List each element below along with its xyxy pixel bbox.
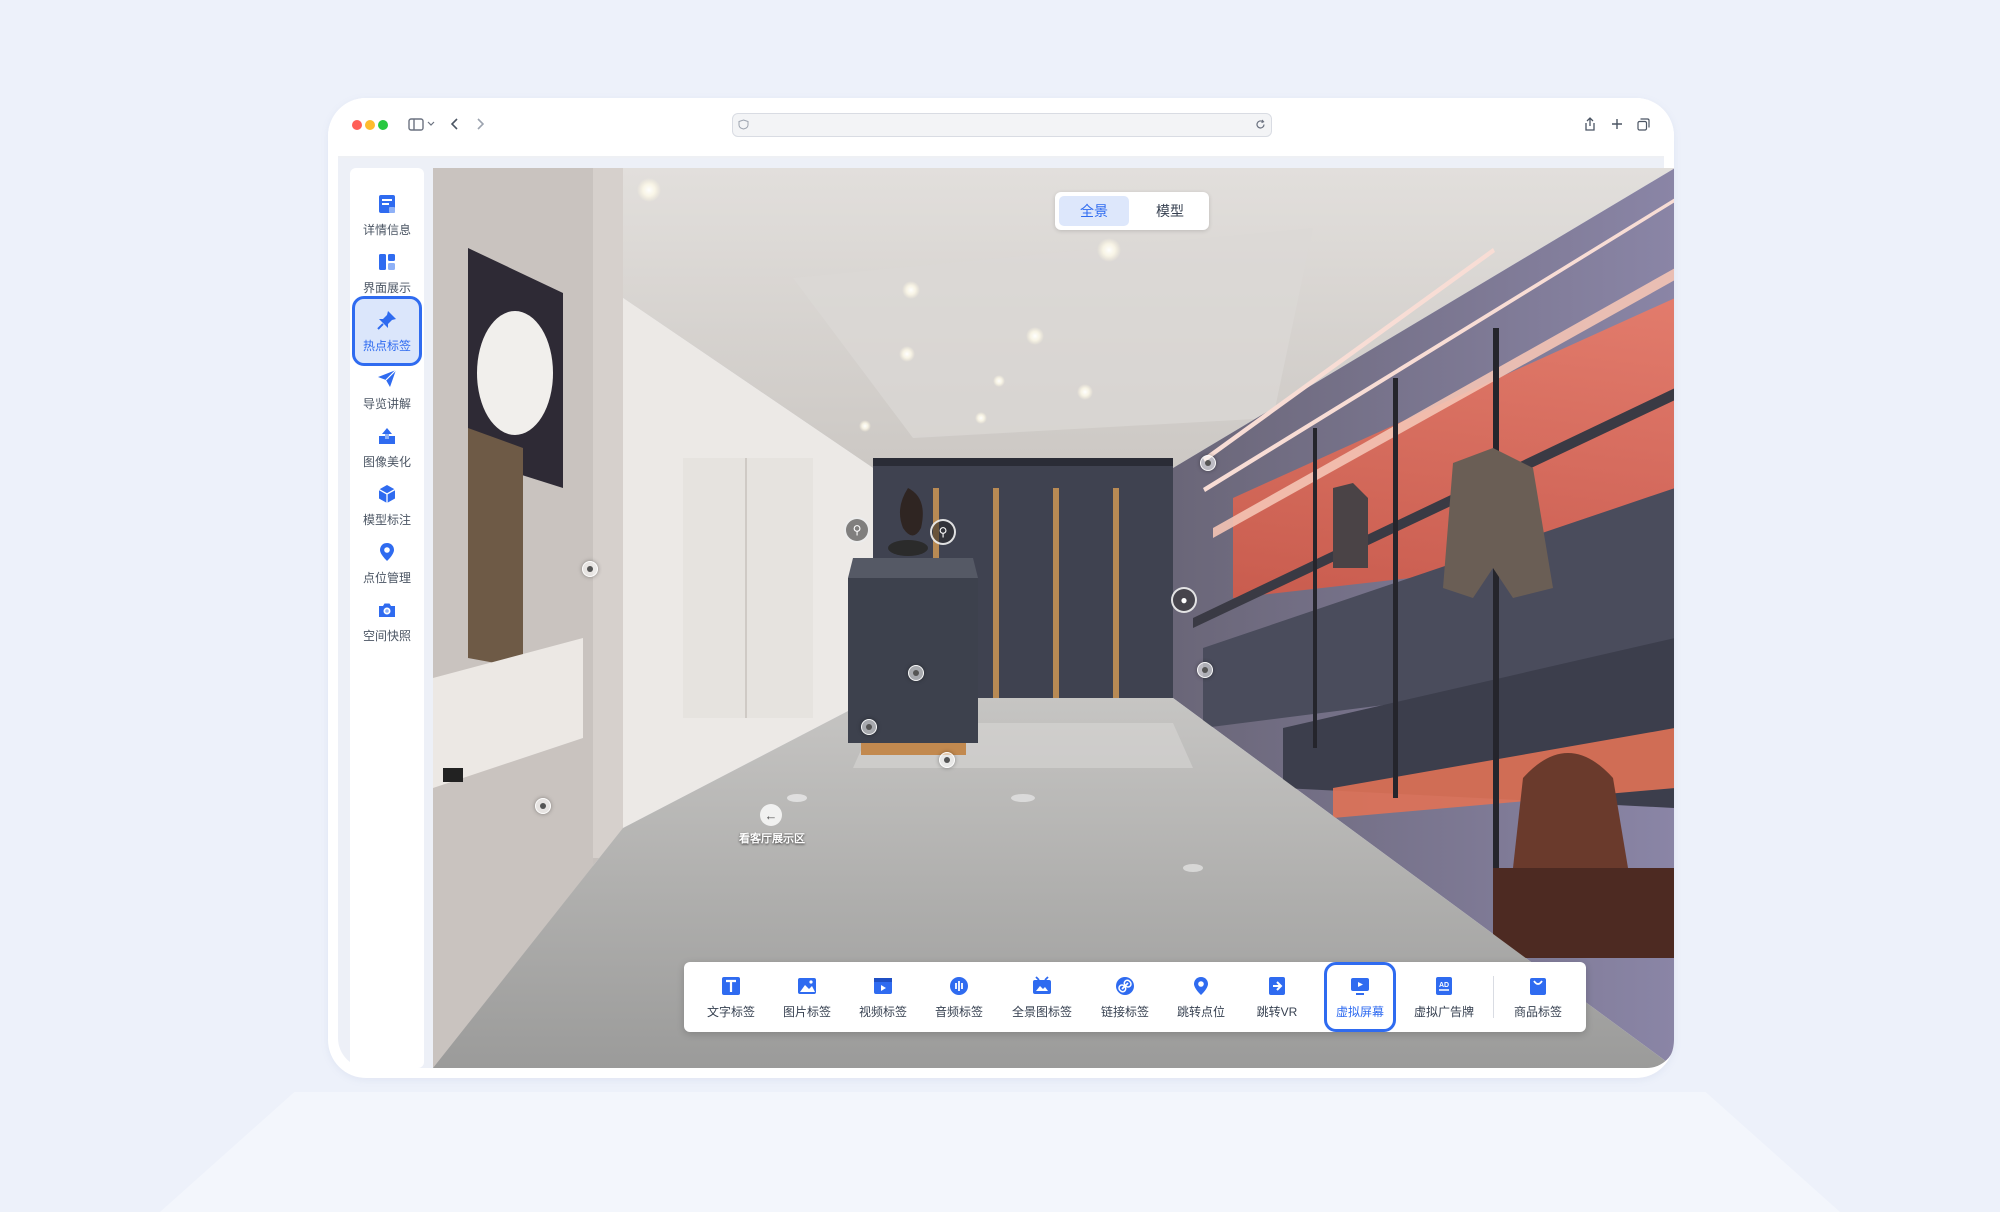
- app-area: 详情信息 界面展示 热点标签 导览讲解 图像美化 模型标注 点位管理 空间快照 …: [338, 158, 1674, 1068]
- hotspot-marker[interactable]: [535, 798, 551, 814]
- tool-label: 商品标签: [1513, 1004, 1562, 1019]
- hotspot-marker[interactable]: [1200, 455, 1216, 471]
- sidebar-item-label: 点位管理: [362, 570, 411, 585]
- sidebar-item-label: 界面展示: [362, 280, 411, 295]
- browser-window: 详情信息 界面展示 热点标签 导览讲解 图像美化 模型标注 点位管理 空间快照 …: [328, 98, 1674, 1078]
- image-tag-button[interactable]: 图片标签: [770, 964, 844, 1030]
- image-icon: [798, 977, 816, 994]
- sidebar-item-label: 导览讲解: [362, 396, 411, 411]
- share-icon[interactable]: [1582, 112, 1598, 136]
- magnifier-icon[interactable]: ⚲: [844, 517, 870, 543]
- tag-toolbar: 文字标签 图片标签 视频标签 音频标签 全景图标签 链接标签 跳转点位 跳转VR…: [684, 962, 1586, 1032]
- tool-label: 跳转VR: [1256, 1004, 1298, 1019]
- sidebar-item-label: 图像美化: [362, 454, 411, 469]
- cube-icon: [378, 484, 396, 503]
- link-icon: [1116, 976, 1134, 995]
- tool-label: 视频标签: [858, 1004, 907, 1019]
- jump-point-button[interactable]: 跳转点位: [1164, 964, 1238, 1030]
- tool-label: 虚拟屏幕: [1335, 1004, 1384, 1019]
- magnifier-icon[interactable]: ⚲: [930, 519, 956, 545]
- maximize-window-button[interactable]: [378, 120, 388, 130]
- hotspot-marker[interactable]: [582, 561, 598, 577]
- navigation-hotspot-label[interactable]: 看客厅展示区: [739, 830, 805, 846]
- virtual-screen-button[interactable]: 虚拟屏幕: [1324, 962, 1396, 1032]
- tab-model[interactable]: 模型: [1135, 196, 1205, 226]
- jump-vr-button[interactable]: 跳转VR: [1240, 964, 1314, 1030]
- sidebar: 详情信息 界面展示 热点标签 导览讲解 图像美化 模型标注 点位管理 空间快照: [350, 168, 424, 1068]
- tool-label: 全景图标签: [1011, 1004, 1072, 1019]
- jump-vr-icon: [1269, 976, 1285, 995]
- sidebar-item-label: 热点标签: [362, 338, 411, 353]
- video-tag-button[interactable]: 视频标签: [846, 964, 920, 1030]
- sidebar-item-label: 空间快照: [362, 628, 411, 643]
- audio-icon: [950, 976, 968, 995]
- panorama-viewer[interactable]: ⚲ ⚲ ● ← 看客厅展示区 全景 模型 文字标签 图片标签 视频标签 音频标签…: [433, 168, 1674, 1068]
- tool-label: 音频标签: [934, 1004, 983, 1019]
- hotspot-marker[interactable]: [908, 665, 924, 681]
- speaker-icon[interactable]: ●: [1171, 587, 1197, 613]
- browser-titlebar: [328, 98, 1674, 152]
- minimize-window-button[interactable]: [365, 120, 375, 130]
- text-icon: [722, 976, 740, 995]
- shield-icon: [738, 119, 749, 130]
- tool-label: 链接标签: [1100, 1004, 1149, 1019]
- tool-label: 图片标签: [782, 1004, 831, 1019]
- link-tag-button[interactable]: 链接标签: [1088, 964, 1162, 1030]
- panorama-icon: [1033, 975, 1051, 994]
- audio-tag-button[interactable]: 音频标签: [922, 964, 996, 1030]
- hotspot-marker[interactable]: [1197, 662, 1213, 678]
- forward-arrow-icon[interactable]: [473, 112, 487, 136]
- hotspot-marker[interactable]: [861, 719, 877, 735]
- toolbar-divider: [1493, 976, 1494, 1018]
- tool-label: 文字标签: [706, 1004, 755, 1019]
- svg-text:AD: AD: [1439, 982, 1449, 989]
- layout-icon: [379, 253, 395, 270]
- panorama-tag-button[interactable]: 全景图标签: [998, 964, 1086, 1030]
- sidebar-item-label: 详情信息: [362, 222, 411, 237]
- document-icon: [379, 194, 395, 213]
- sidebar-toggle-icon[interactable]: [406, 112, 436, 136]
- virtual-billboard-button[interactable]: AD 虚拟广告牌: [1400, 964, 1488, 1030]
- video-icon: [874, 977, 892, 994]
- ad-icon: AD: [1436, 976, 1452, 995]
- screen-icon: [1351, 977, 1369, 995]
- location-icon: [1194, 976, 1208, 995]
- reload-icon[interactable]: [1255, 119, 1266, 130]
- view-mode-toggle: 全景 模型: [1055, 192, 1209, 230]
- tool-label: 跳转点位: [1176, 1004, 1225, 1019]
- location-icon: [380, 542, 394, 561]
- text-tag-button[interactable]: 文字标签: [694, 964, 768, 1030]
- image-enhance-icon: [379, 427, 395, 444]
- pin-icon: [377, 310, 396, 330]
- new-tab-icon[interactable]: [1609, 112, 1625, 136]
- navigation-arrow-icon[interactable]: ←: [760, 804, 782, 826]
- product-tag-button[interactable]: 商品标签: [1498, 964, 1578, 1030]
- hotspot-marker[interactable]: [939, 752, 955, 768]
- paper-plane-icon: [378, 369, 397, 387]
- address-bar[interactable]: [732, 113, 1272, 137]
- sidebar-item-space-snapshot[interactable]: 空间快照: [352, 586, 422, 656]
- shopping-bag-icon: [1530, 977, 1546, 995]
- panorama-scene: [433, 168, 1674, 1068]
- tool-label: 虚拟广告牌: [1413, 1004, 1474, 1019]
- sidebar-item-label: 模型标注: [362, 512, 411, 527]
- close-window-button[interactable]: [352, 120, 362, 130]
- camera-icon: [379, 603, 395, 617]
- back-arrow-icon[interactable]: [448, 112, 462, 136]
- device-stand: [160, 1092, 1840, 1212]
- tab-panorama[interactable]: 全景: [1059, 196, 1129, 226]
- tab-overview-icon[interactable]: [1635, 112, 1651, 136]
